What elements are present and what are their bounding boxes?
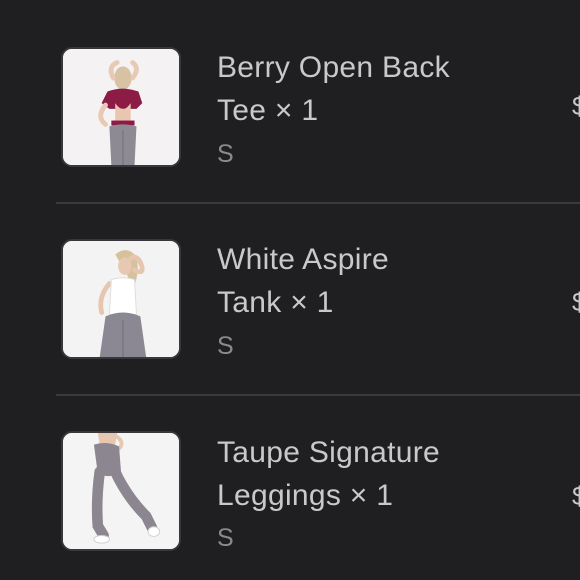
product-size: S bbox=[217, 332, 234, 360]
berry-tee-photo bbox=[63, 49, 179, 165]
white-tank-photo bbox=[63, 241, 179, 357]
product-thumbnail-berry-tee[interactable] bbox=[61, 47, 181, 167]
product-price: $ bbox=[572, 481, 580, 511]
cart-item[interactable]: Berry Open Back Tee × 1 S $ bbox=[0, 0, 580, 192]
product-price: $ bbox=[572, 91, 580, 121]
cart-item[interactable]: Taupe Signature Leggings × 1 S $ bbox=[0, 386, 580, 578]
product-name-line1: Berry Open Back bbox=[217, 51, 450, 84]
product-name-line2: Tank × 1 bbox=[217, 286, 334, 319]
product-name: Berry Open Back Tee × 1 bbox=[217, 46, 547, 132]
product-name-line2: Tee × 1 bbox=[217, 94, 319, 127]
taupe-leggings-photo bbox=[63, 433, 179, 549]
product-name-line2: Leggings × 1 bbox=[217, 479, 394, 512]
product-size: S bbox=[217, 140, 234, 168]
product-name-line1: White Aspire bbox=[217, 243, 389, 276]
product-name: White Aspire Tank × 1 bbox=[217, 238, 547, 324]
product-thumbnail-taupe-leggings[interactable] bbox=[61, 431, 181, 551]
cart-item[interactable]: White Aspire Tank × 1 S $ bbox=[0, 193, 580, 385]
cart-item-list: Berry Open Back Tee × 1 S $ White Aspire… bbox=[0, 0, 580, 580]
product-name-line1: Taupe Signature bbox=[217, 436, 440, 469]
product-size: S bbox=[217, 524, 234, 552]
product-thumbnail-white-tank[interactable] bbox=[61, 239, 181, 359]
product-price: $ bbox=[572, 287, 580, 317]
product-name: Taupe Signature Leggings × 1 bbox=[217, 431, 547, 517]
